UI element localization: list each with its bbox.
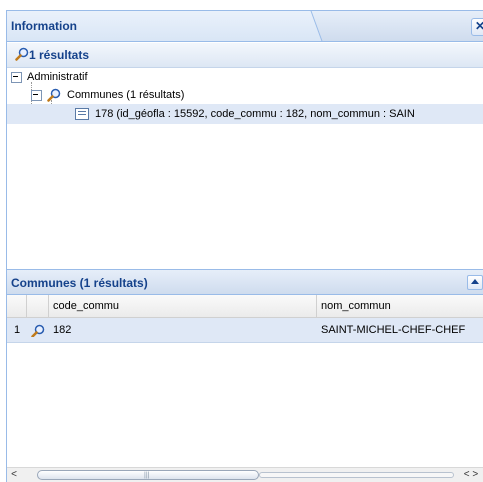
minus-box-icon[interactable] [31, 90, 42, 101]
tree-node-label: 178 (id_géofla : 15592, code_commu : 182… [95, 108, 415, 120]
scrollbar-track[interactable] [259, 472, 454, 478]
column-header-code-commu[interactable]: code_commu [49, 295, 317, 317]
scroll-arrows-right[interactable]: < > [459, 470, 483, 480]
magnifier-icon[interactable] [31, 323, 45, 337]
close-icon: ✕ [475, 19, 483, 33]
cell-code-commu: 182 [53, 324, 72, 336]
minus-box-icon[interactable] [11, 72, 22, 83]
window-titlebar: Information ✕ [7, 11, 483, 42]
collapse-up-icon[interactable] [467, 275, 483, 290]
column-header-icon [27, 295, 49, 317]
scroll-left-arrow[interactable]: < [9, 470, 19, 480]
results-count: 1 résultats [29, 48, 90, 62]
tree-node-communes[interactable]: Communes (1 résultats) [7, 86, 483, 104]
window-title: Information [11, 19, 77, 33]
horizontal-scrollbar[interactable]: < ||| < > [7, 467, 483, 482]
scrollbar-grip: ||| [144, 472, 150, 479]
tree-node-label: Administratif [27, 71, 88, 83]
grid-title: Communes (1 résultats) [11, 276, 148, 290]
tree-node-administratif[interactable]: Administratif [7, 68, 483, 86]
information-window: Information ✕ 1 résultats Administratif … [6, 10, 483, 482]
row-number: 1 [13, 324, 21, 336]
grid-panel-header: Communes (1 résultats) [7, 269, 483, 295]
table-row[interactable]: 1 182 SAINT-MICHEL-CHEF-CHEF [7, 318, 483, 343]
grid-column-headers: code_commu nom_commun [7, 295, 483, 318]
results-summary-bar: 1 résultats [7, 43, 483, 68]
column-header-nom-commun[interactable]: nom_commun [317, 295, 483, 317]
magnifier-icon [15, 47, 29, 64]
scrollbar-thumb[interactable]: ||| [37, 470, 259, 480]
tree-node-record[interactable]: 178 (id_géofla : 15592, code_commu : 182… [7, 104, 483, 124]
column-header-rownum [7, 295, 27, 317]
record-icon [75, 108, 89, 120]
tree-node-label: Communes (1 résultats) [67, 89, 185, 101]
results-tree: Administratif Communes (1 résultats) 178… [7, 68, 483, 268]
cell-nom-commun: SAINT-MICHEL-CHEF-CHEF [321, 324, 466, 336]
close-button[interactable]: ✕ [471, 18, 483, 36]
